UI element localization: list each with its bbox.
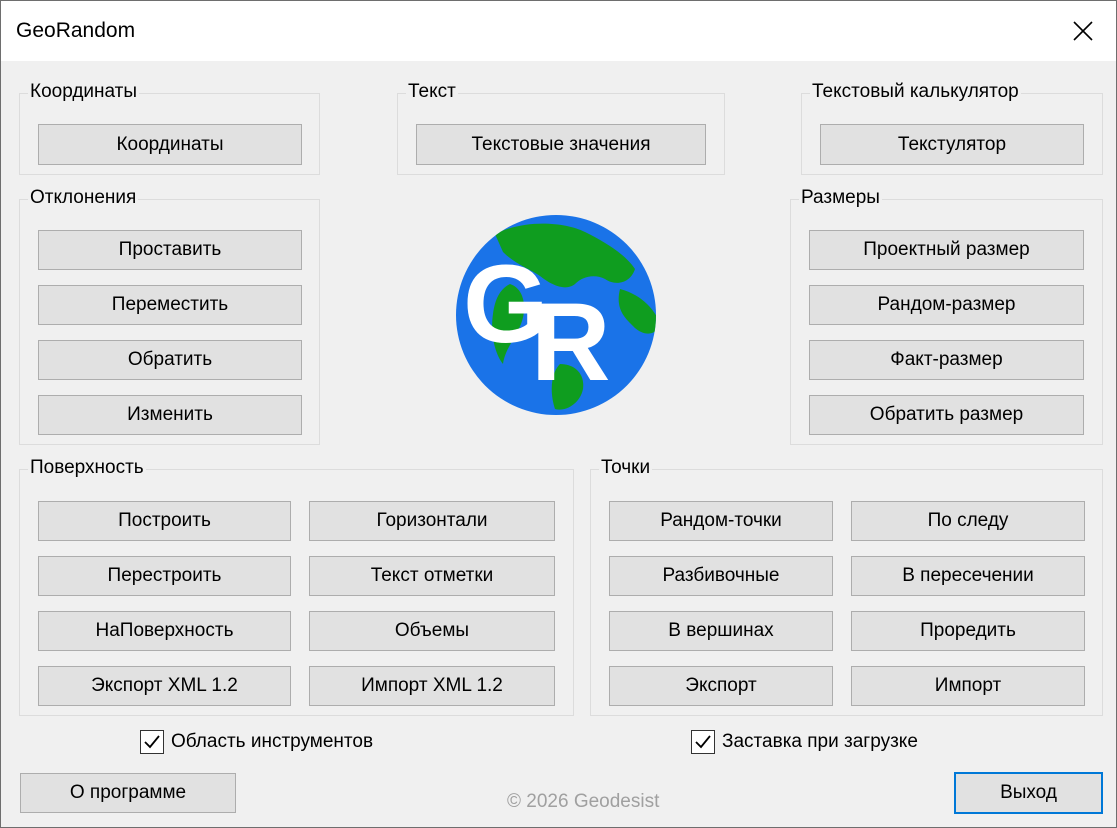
about-button[interactable]: О программе [20, 773, 236, 813]
on-surface-button[interactable]: НаПоверхность [38, 611, 291, 651]
thin-out-button[interactable]: Проредить [851, 611, 1085, 651]
splash-checkbox-label: Заставка при загрузке [722, 731, 918, 752]
group-sizes-label: Размеры [799, 186, 882, 210]
change-deviation-button[interactable]: Изменить [38, 395, 302, 435]
group-coordinates-label: Координаты [28, 80, 140, 104]
close-icon [1073, 21, 1093, 41]
build-surface-button[interactable]: Построить [38, 501, 291, 541]
close-button[interactable] [1050, 1, 1116, 61]
stakeout-points-button[interactable]: Разбивочные [609, 556, 833, 596]
title-bar: GeoRandom [1, 1, 1116, 61]
export-xml-button[interactable]: Экспорт XML 1.2 [38, 666, 291, 706]
georandom-logo: G R [456, 215, 656, 415]
random-points-button[interactable]: Рандом-точки [609, 501, 833, 541]
text-values-button[interactable]: Текстовые значения [416, 124, 706, 165]
group-text-calculator-label: Текстовый калькулятор [810, 80, 1021, 104]
exit-button[interactable]: Выход [954, 772, 1103, 814]
georandom-window: GeoRandom Координаты Координаты Текст Те… [0, 0, 1117, 828]
window-title: GeoRandom [16, 19, 136, 42]
group-deviations-label: Отклонения [28, 186, 139, 210]
contours-button[interactable]: Горизонтали [309, 501, 555, 541]
tools-area-checkbox[interactable]: Область инструментов [140, 730, 373, 754]
place-deviation-button[interactable]: Проставить [38, 230, 302, 270]
rebuild-surface-button[interactable]: Перестроить [38, 556, 291, 596]
reverse-deviation-button[interactable]: Обратить [38, 340, 302, 380]
fact-size-button[interactable]: Факт-размер [809, 340, 1084, 380]
textulator-button[interactable]: Текстулятор [820, 124, 1084, 165]
group-text-label: Текст [406, 80, 458, 104]
tools-area-checkbox-box[interactable] [140, 730, 164, 754]
import-xml-button[interactable]: Импорт XML 1.2 [309, 666, 555, 706]
volumes-button[interactable]: Объемы [309, 611, 555, 651]
coordinates-button[interactable]: Координаты [38, 124, 302, 165]
copyright-text: © 2026 Geodesist [507, 791, 660, 812]
move-deviation-button[interactable]: Переместить [38, 285, 302, 325]
project-size-button[interactable]: Проектный размер [809, 230, 1084, 270]
group-points-label: Точки [599, 456, 653, 480]
splash-checkbox-box[interactable] [691, 730, 715, 754]
tools-area-checkbox-label: Область инструментов [171, 731, 374, 752]
export-points-button[interactable]: Экспорт [609, 666, 833, 706]
follow-trace-button[interactable]: По следу [851, 501, 1085, 541]
at-vertices-button[interactable]: В вершинах [609, 611, 833, 651]
random-size-button[interactable]: Рандом-размер [809, 285, 1084, 325]
checkmark-icon [144, 735, 160, 749]
splash-checkbox[interactable]: Заставка при загрузке [691, 730, 918, 754]
checkmark-icon [695, 735, 711, 749]
elevation-text-button[interactable]: Текст отметки [309, 556, 555, 596]
reverse-size-button[interactable]: Обратить размер [809, 395, 1084, 435]
group-surface-label: Поверхность [28, 456, 146, 480]
at-intersection-button[interactable]: В пересечении [851, 556, 1085, 596]
import-points-button[interactable]: Импорт [851, 666, 1085, 706]
logo-letter-r: R [531, 281, 610, 404]
